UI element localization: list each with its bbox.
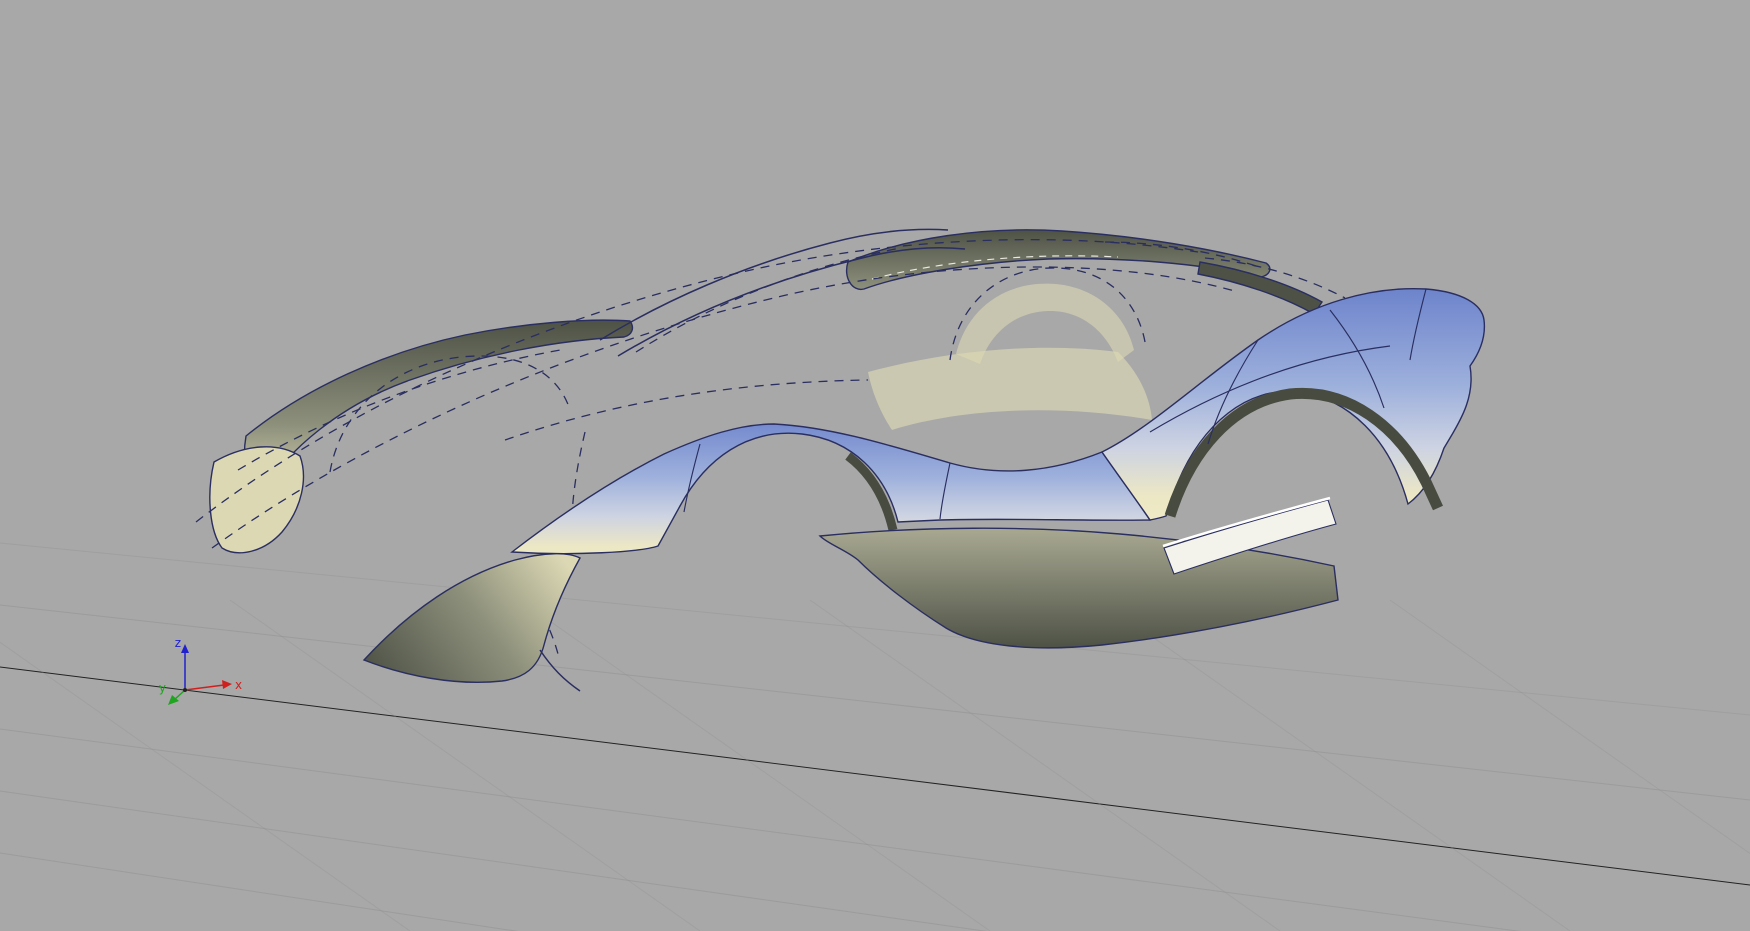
viewport-canvas[interactable]: z x y bbox=[0, 0, 1750, 931]
axis-label-z: z bbox=[175, 636, 181, 650]
axis-label-y: y bbox=[159, 681, 166, 695]
axis-label-x: x bbox=[235, 678, 242, 692]
viewport[interactable]: z x y bbox=[0, 0, 1750, 931]
gizmo-origin-dot bbox=[183, 688, 187, 692]
